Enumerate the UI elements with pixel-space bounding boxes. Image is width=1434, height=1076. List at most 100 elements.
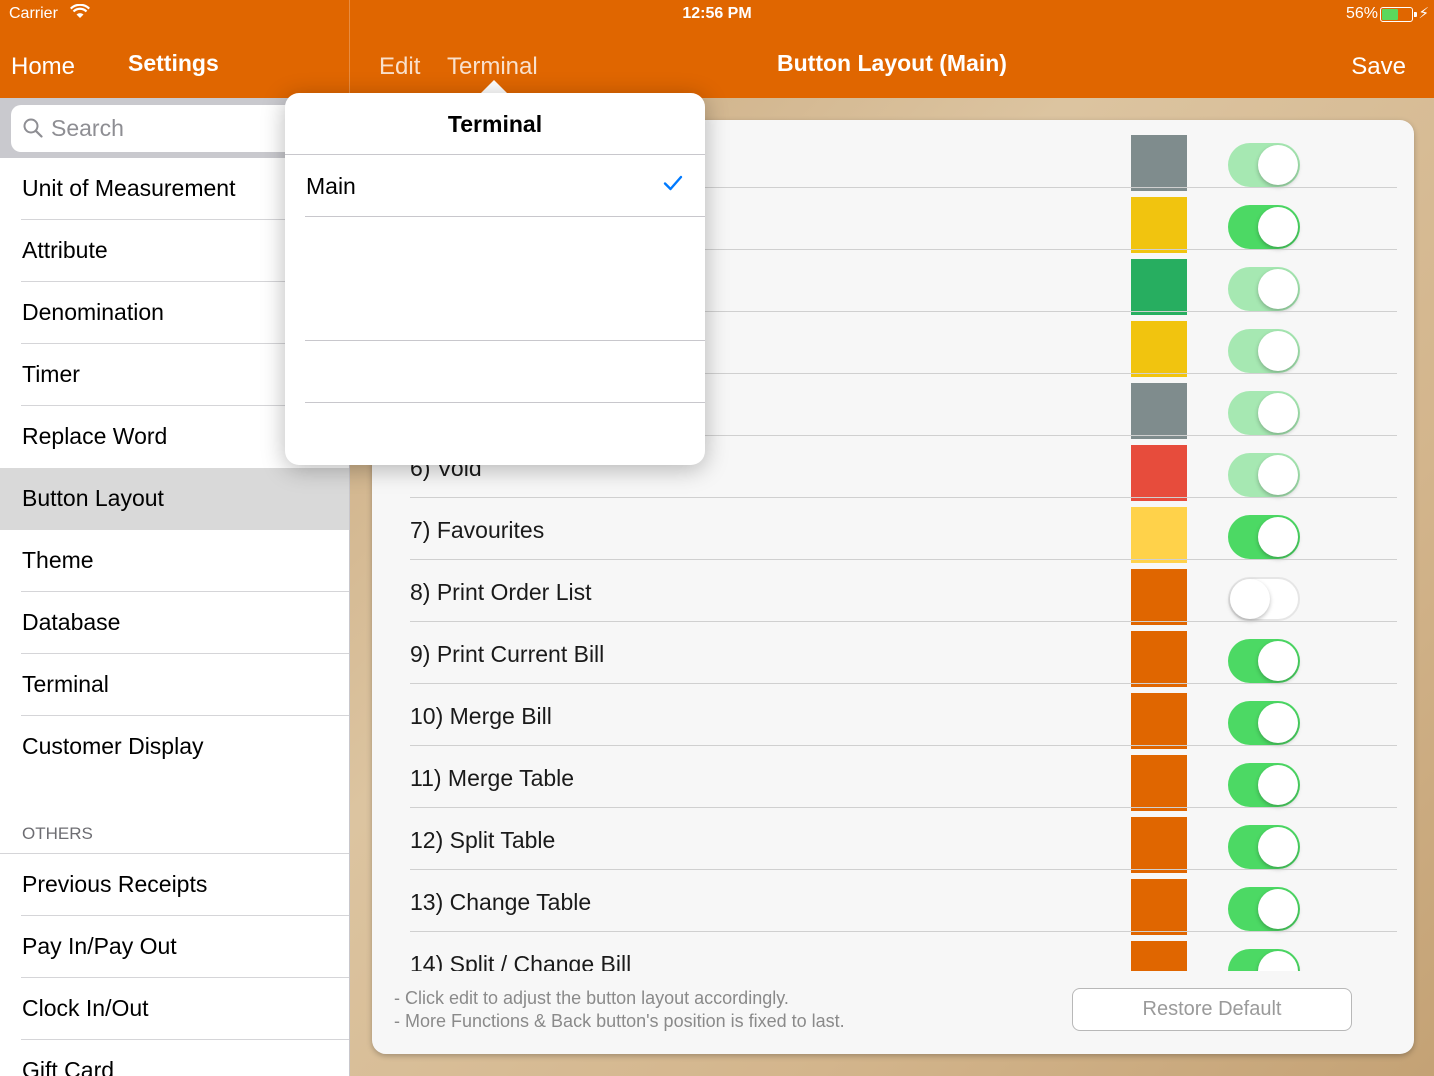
button-visibility-toggle[interactable] bbox=[1228, 453, 1300, 497]
button-visibility-toggle[interactable] bbox=[1228, 577, 1300, 621]
button-color-swatch[interactable] bbox=[1131, 383, 1187, 439]
button-row[interactable]: 12) Split Table bbox=[372, 808, 1414, 873]
button-row[interactable]: 11) Merge Table bbox=[372, 746, 1414, 811]
sidebar-item-label: Pay In/Pay Out bbox=[22, 933, 177, 959]
terminal-button[interactable]: Terminal bbox=[447, 53, 538, 81]
button-color-swatch[interactable] bbox=[1131, 879, 1187, 935]
button-row[interactable]: 10) Merge Bill bbox=[372, 684, 1414, 749]
toggle-knob bbox=[1258, 455, 1298, 495]
edit-button[interactable]: Edit bbox=[379, 53, 420, 81]
sidebar-item-database[interactable]: Database bbox=[0, 592, 349, 654]
sidebar-item-label: Terminal bbox=[22, 671, 109, 697]
sidebar-item-label: Customer Display bbox=[22, 733, 204, 759]
button-color-swatch[interactable] bbox=[1131, 941, 1187, 971]
button-visibility-toggle[interactable] bbox=[1228, 391, 1300, 435]
popover-arrow bbox=[480, 80, 508, 94]
button-color-swatch[interactable] bbox=[1131, 507, 1187, 563]
battery-icon bbox=[1380, 7, 1417, 22]
button-row[interactable]: 9) Print Current Bill bbox=[372, 622, 1414, 687]
top-bar: Carrier 12:56 PM 56% ⚡ Home Settings Edi… bbox=[0, 0, 1434, 98]
button-row-label: 10) Merge Bill bbox=[410, 703, 552, 729]
button-visibility-toggle[interactable] bbox=[1228, 205, 1300, 249]
button-visibility-toggle[interactable] bbox=[1228, 515, 1300, 559]
button-color-swatch[interactable] bbox=[1131, 259, 1187, 315]
search-input[interactable] bbox=[51, 112, 321, 145]
terminal-option-main[interactable]: Main bbox=[285, 155, 705, 217]
button-color-swatch[interactable] bbox=[1131, 321, 1187, 377]
sidebar-item-label: Unit of Measurement bbox=[22, 175, 236, 201]
sidebar-item-terminal[interactable]: Terminal bbox=[0, 654, 349, 716]
others-section-header: OTHERS bbox=[22, 824, 93, 843]
sidebar-item-clock-in-out[interactable]: Clock In/Out bbox=[0, 978, 349, 1040]
button-visibility-toggle[interactable] bbox=[1228, 329, 1300, 373]
battery-percent: 56% bbox=[1345, 5, 1378, 22]
sidebar-item-label: Replace Word bbox=[22, 423, 168, 449]
button-row[interactable]: 14) Split / Change Bill bbox=[372, 932, 1414, 971]
wifi-icon bbox=[70, 3, 90, 24]
help-note-edit: - Click edit to adjust the button layout… bbox=[394, 988, 789, 1008]
toggle-knob bbox=[1258, 641, 1298, 681]
toggle-knob bbox=[1258, 951, 1298, 971]
sidebar-item-pay-in-pay-out[interactable]: Pay In/Pay Out bbox=[0, 916, 349, 978]
button-color-swatch[interactable] bbox=[1131, 755, 1187, 811]
status-time: 12:56 PM bbox=[682, 5, 752, 22]
button-color-swatch[interactable] bbox=[1131, 445, 1187, 501]
button-color-swatch[interactable] bbox=[1131, 135, 1187, 191]
button-visibility-toggle[interactable] bbox=[1228, 267, 1300, 311]
button-row[interactable]: 13) Change Table bbox=[372, 870, 1414, 935]
sidebar-item-theme[interactable]: Theme bbox=[0, 530, 349, 592]
save-button[interactable]: Save bbox=[1351, 53, 1406, 81]
sidebar-item-gift-card[interactable]: Gift Card bbox=[0, 1040, 349, 1076]
button-row[interactable]: 8) Print Order List bbox=[372, 560, 1414, 625]
toggle-knob bbox=[1230, 579, 1270, 619]
button-color-swatch[interactable] bbox=[1131, 631, 1187, 687]
button-visibility-toggle[interactable] bbox=[1228, 143, 1300, 187]
button-visibility-toggle[interactable] bbox=[1228, 825, 1300, 869]
button-visibility-toggle[interactable] bbox=[1228, 949, 1300, 971]
toggle-knob bbox=[1258, 889, 1298, 929]
button-color-swatch[interactable] bbox=[1131, 693, 1187, 749]
sidebar-item-label: Clock In/Out bbox=[22, 995, 149, 1021]
button-visibility-toggle[interactable] bbox=[1228, 887, 1300, 931]
button-visibility-toggle[interactable] bbox=[1228, 763, 1300, 807]
split-divider bbox=[349, 0, 350, 98]
button-visibility-toggle[interactable] bbox=[1228, 639, 1300, 683]
sidebar-item-label: Previous Receipts bbox=[22, 871, 208, 897]
sidebar-item-previous-receipts[interactable]: Previous Receipts bbox=[0, 854, 349, 916]
checkmark-icon bbox=[663, 175, 683, 196]
button-row-label: 9) Print Current Bill bbox=[410, 641, 605, 667]
button-visibility-toggle[interactable] bbox=[1228, 701, 1300, 745]
sidebar-item-button-layout[interactable]: Button Layout bbox=[0, 468, 349, 530]
popover-title: Terminal bbox=[447, 111, 543, 137]
restore-default-button[interactable]: Restore Default bbox=[1072, 988, 1352, 1031]
home-button[interactable]: Home bbox=[11, 53, 75, 81]
popover-row-separator bbox=[305, 402, 705, 403]
terminal-popover: Terminal Main bbox=[285, 93, 705, 465]
toggle-knob bbox=[1258, 765, 1298, 805]
settings-title: Settings bbox=[128, 50, 219, 76]
toggle-knob bbox=[1258, 269, 1298, 309]
toggle-knob bbox=[1258, 393, 1298, 433]
help-note-fixed: - More Functions & Back button's positio… bbox=[394, 1011, 845, 1031]
popover-row-separator bbox=[305, 340, 705, 341]
search-icon bbox=[23, 118, 43, 143]
button-color-swatch[interactable] bbox=[1131, 817, 1187, 873]
button-row-label: 14) Split / Change Bill bbox=[410, 951, 632, 971]
sidebar-item-label: Theme bbox=[22, 547, 94, 573]
toggle-knob bbox=[1258, 207, 1298, 247]
toggle-knob bbox=[1258, 827, 1298, 867]
sidebar-item-label: Denomination bbox=[22, 299, 164, 325]
sidebar-item-label: Attribute bbox=[22, 237, 108, 263]
sidebar-item-customer-display[interactable]: Customer Display bbox=[0, 716, 349, 778]
sidebar-item-label: Database bbox=[22, 609, 121, 635]
button-color-swatch[interactable] bbox=[1131, 197, 1187, 253]
button-row-label: 7) Favourites bbox=[410, 517, 545, 543]
carrier-label: Carrier bbox=[9, 5, 58, 22]
button-row-label: 12) Split Table bbox=[410, 827, 556, 853]
sidebar-item-label: Gift Card bbox=[22, 1057, 115, 1076]
toggle-knob bbox=[1258, 331, 1298, 371]
charging-icon: ⚡ bbox=[1418, 5, 1429, 22]
button-color-swatch[interactable] bbox=[1131, 569, 1187, 625]
button-row[interactable]: 7) Favourites bbox=[372, 498, 1414, 563]
toggle-knob bbox=[1258, 703, 1298, 743]
